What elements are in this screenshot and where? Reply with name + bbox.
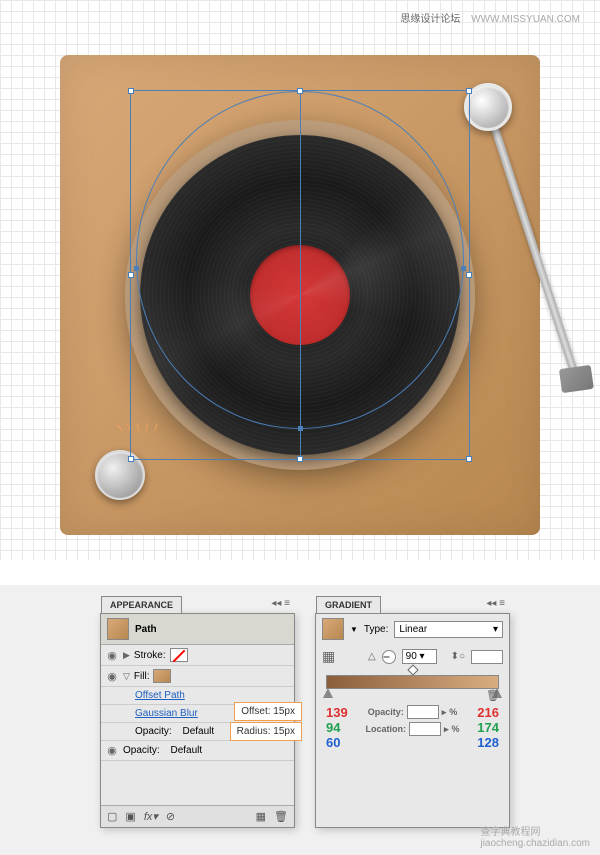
rgb-values: 139 94 60 Opacity: ▸ % Location: ▸ % 216… xyxy=(316,703,509,752)
stop-inputs: Opacity: ▸ % Location: ▸ % xyxy=(365,705,459,750)
rgb-right-stop: 216 174 128 xyxy=(477,705,499,750)
visibility-icon[interactable]: ◉ xyxy=(105,744,119,757)
knob-ticks xyxy=(122,423,172,453)
watermark: 查字典教程网 jiaocheng.chazidian.com xyxy=(480,823,590,849)
panels-area: APPEARANCE ◂◂ ≡ Path ◉ ▶ Stroke: ◉ ▽ Fil… xyxy=(0,585,600,855)
g-left: 94 xyxy=(326,720,348,735)
path-label: Path xyxy=(135,624,157,635)
gradient-swatch[interactable] xyxy=(322,618,344,640)
duplicate-icon[interactable]: ▦ xyxy=(256,810,266,823)
stop-location-input[interactable] xyxy=(409,722,441,736)
panel-menu-icon[interactable]: ◂◂ ≡ xyxy=(271,598,290,609)
site-url: WWW.MISSYUAN.COM xyxy=(471,14,580,25)
appearance-footer: ▢ ▣ fx▾ ⊘ ▦ 🗑 xyxy=(101,805,294,827)
expand-icon[interactable]: ▽ xyxy=(123,671,130,682)
chevron-down-icon: ▾ xyxy=(493,624,498,635)
site-name: 思缘设计论坛 xyxy=(400,14,460,25)
offset-path-link[interactable]: Offset Path xyxy=(135,690,185,701)
panel-menu-icon[interactable]: ◂◂ ≡ xyxy=(486,598,505,609)
vinyl-record xyxy=(140,135,460,455)
aspect-input[interactable] xyxy=(471,650,503,664)
stroke-gradient-icon[interactable]: ▦ xyxy=(322,648,344,665)
gradient-ramp[interactable]: 🗑 xyxy=(326,675,499,689)
new-art-icon[interactable]: ▢ xyxy=(107,810,117,823)
aspect-icon: ⬍○ xyxy=(451,651,465,662)
offset-callout: Offset: 15px xyxy=(234,702,302,721)
record-label xyxy=(250,245,350,345)
gradient-tab[interactable]: GRADIENT xyxy=(316,596,381,613)
appearance-path-header[interactable]: Path xyxy=(101,614,294,645)
dropdown-icon[interactable]: ▼ xyxy=(350,625,358,634)
header-branding: 思缘设计论坛 WWW.MISSYUAN.COM xyxy=(400,10,580,25)
clear-icon[interactable]: ⊘ xyxy=(166,810,175,823)
type-value: Linear xyxy=(399,624,427,635)
angle-label: △ xyxy=(368,651,376,662)
fill-row[interactable]: ◉ ▽ Fill: xyxy=(101,666,294,687)
opacity-label: Opacity: xyxy=(123,745,160,756)
appearance-panel[interactable]: APPEARANCE ◂◂ ≡ Path ◉ ▶ Stroke: ◉ ▽ Fil… xyxy=(100,613,295,828)
b-left: 60 xyxy=(326,735,348,750)
stroke-row[interactable]: ◉ ▶ Stroke: xyxy=(101,645,294,666)
fill-swatch[interactable] xyxy=(153,669,171,683)
r-left: 139 xyxy=(326,705,348,720)
tonearm-pivot xyxy=(464,83,512,131)
r-right: 216 xyxy=(477,705,499,720)
trash-icon[interactable]: 🗑 xyxy=(274,810,288,823)
gradient-stop-left[interactable] xyxy=(323,688,333,698)
stop-opacity-input[interactable] xyxy=(407,705,439,719)
fill-label: Fill: xyxy=(134,671,150,682)
angle-input[interactable]: 90 ▾ xyxy=(402,649,437,664)
g-right: 174 xyxy=(477,720,499,735)
gradient-panel[interactable]: GRADIENT ◂◂ ≡ ▼ Type: Linear ▾ ▦ △ 90 ▾ … xyxy=(315,613,510,828)
turntable-artwork xyxy=(60,55,540,535)
location-label: Location: xyxy=(365,724,406,734)
no-stroke-swatch[interactable] xyxy=(170,648,188,662)
visibility-icon[interactable]: ◉ xyxy=(105,649,119,662)
fx-button[interactable]: fx▾ xyxy=(144,810,158,823)
opacity-value: Default xyxy=(170,745,202,756)
radius-callout: Radius: 15px xyxy=(230,722,302,741)
angle-dial[interactable] xyxy=(382,650,396,664)
delete-stop-icon[interactable]: 🗑 xyxy=(486,689,500,702)
visibility-icon[interactable]: ◉ xyxy=(105,670,119,683)
stroke-label: Stroke: xyxy=(134,650,166,661)
canvas-area[interactable]: 思缘设计论坛 WWW.MISSYUAN.COM xyxy=(0,0,600,560)
b-right: 128 xyxy=(477,735,499,750)
layer-icon[interactable]: ▣ xyxy=(125,810,135,823)
volume-knob xyxy=(95,450,145,500)
path-swatch xyxy=(107,618,129,640)
gradient-type-row: ▼ Type: Linear ▾ xyxy=(316,614,509,644)
opacity-value: Default xyxy=(182,726,214,737)
type-select[interactable]: Linear ▾ xyxy=(394,621,503,638)
opacity-label: Opacity: xyxy=(368,707,404,717)
rgb-left-stop: 139 94 60 xyxy=(326,705,348,750)
gaussian-blur-link[interactable]: Gaussian Blur xyxy=(135,708,198,719)
expand-icon[interactable]: ▶ xyxy=(123,650,130,661)
object-opacity-row[interactable]: ◉ Opacity: Default xyxy=(101,741,294,761)
appearance-tab[interactable]: APPEARANCE xyxy=(101,596,182,613)
opacity-label: Opacity: xyxy=(135,726,172,737)
type-label: Type: xyxy=(364,624,388,635)
